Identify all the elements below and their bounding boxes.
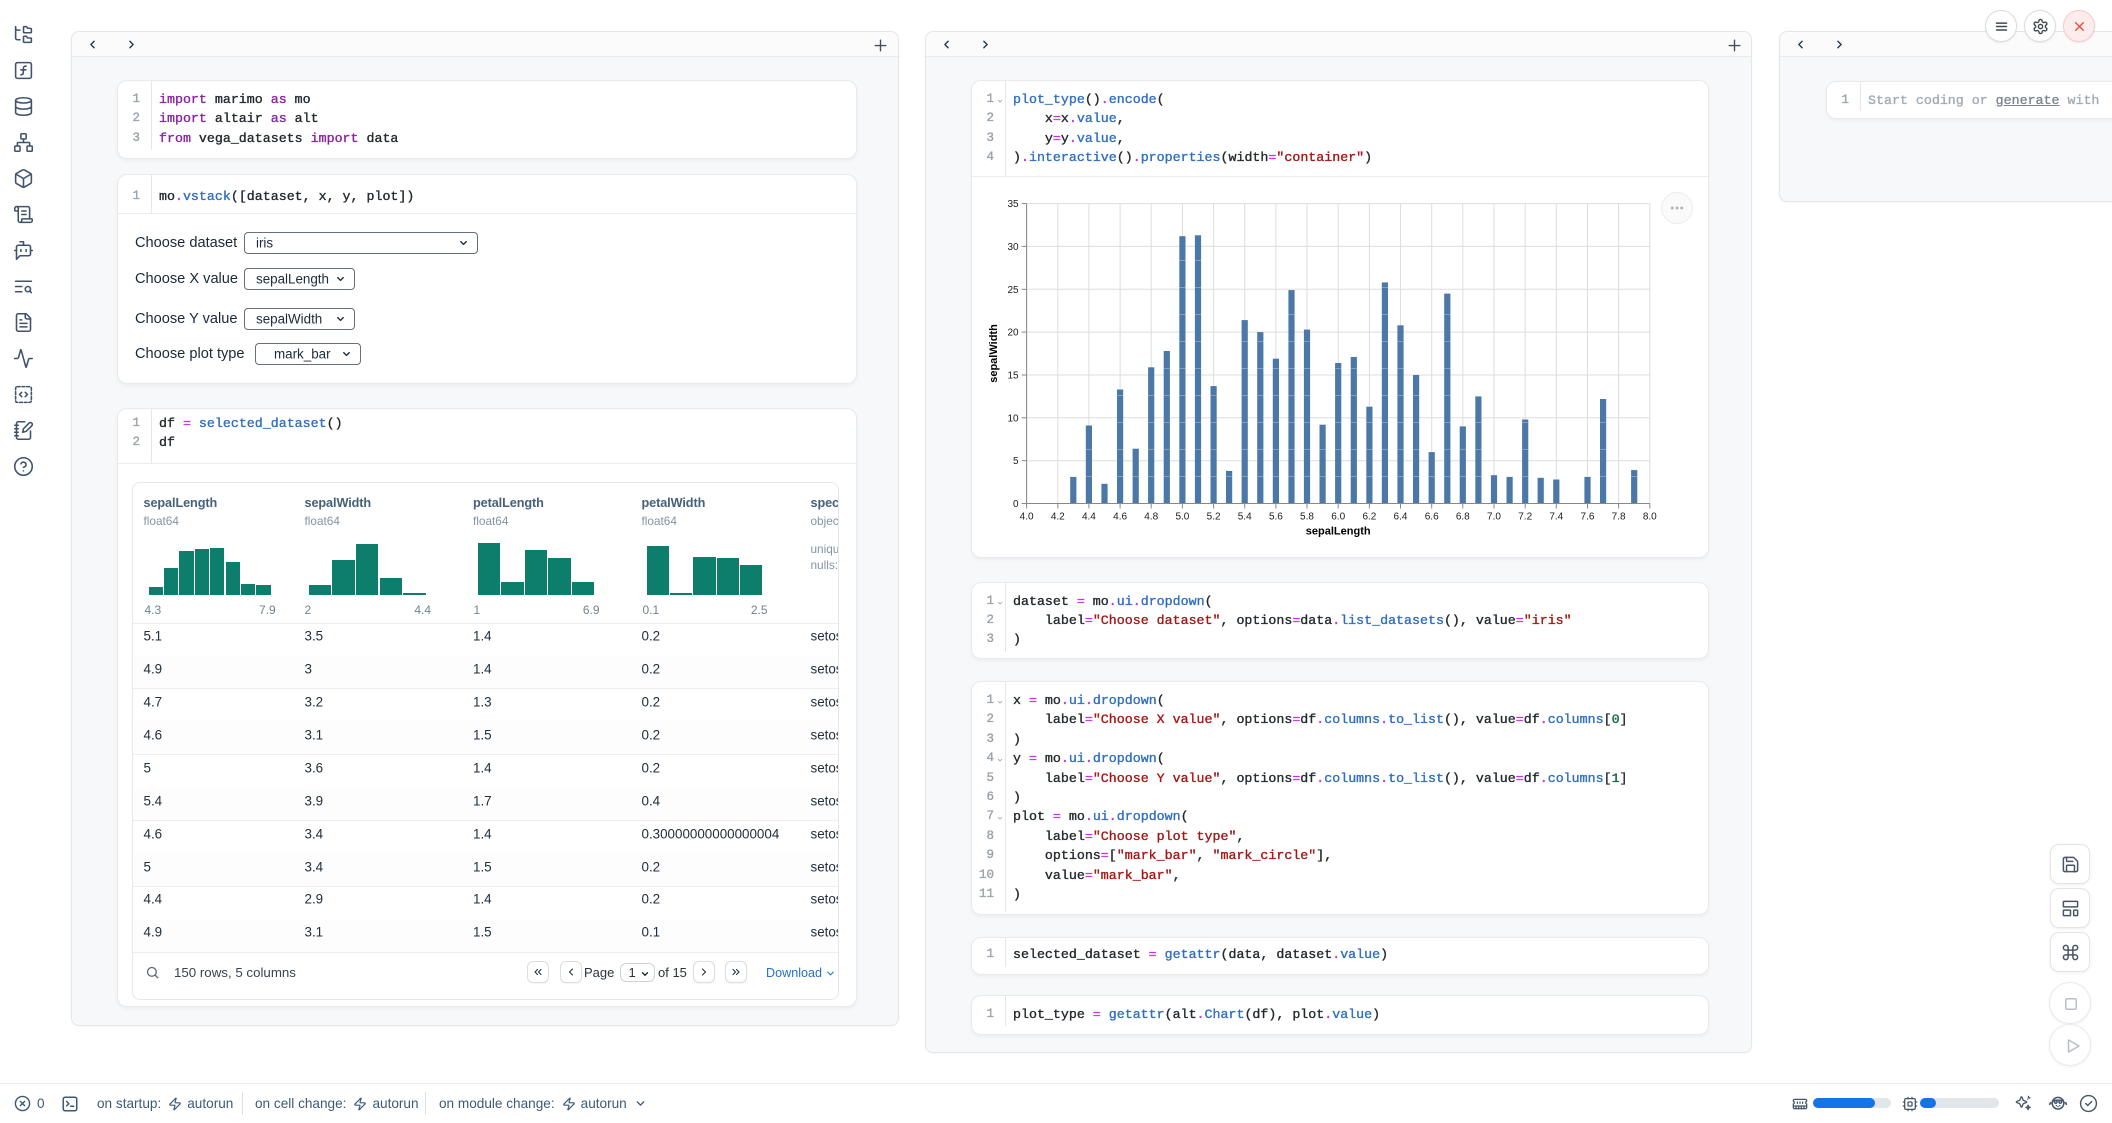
svg-text:4.6: 4.6 [1113, 512, 1127, 523]
svg-text:8.0: 8.0 [1643, 512, 1657, 523]
svg-text:7.0: 7.0 [1487, 512, 1501, 523]
svg-text:7.8: 7.8 [1612, 512, 1626, 523]
svg-text:4.2: 4.2 [1051, 512, 1065, 523]
svg-text:sepalWidth: sepalWidth [988, 324, 1000, 383]
svg-text:5.2: 5.2 [1207, 512, 1221, 523]
svg-text:5.0: 5.0 [1175, 512, 1189, 523]
svg-text:7.6: 7.6 [1581, 512, 1595, 523]
svg-text:6.6: 6.6 [1425, 512, 1439, 523]
svg-text:20: 20 [1007, 328, 1019, 339]
svg-text:35: 35 [1007, 199, 1019, 210]
svg-text:6.0: 6.0 [1331, 512, 1345, 523]
svg-text:15: 15 [1007, 371, 1019, 382]
svg-text:6.2: 6.2 [1362, 512, 1376, 523]
svg-text:6.8: 6.8 [1456, 512, 1470, 523]
svg-text:4.4: 4.4 [1082, 512, 1096, 523]
svg-text:4.8: 4.8 [1144, 512, 1158, 523]
svg-text:sepalLength: sepalLength [1306, 526, 1371, 538]
svg-text:5.8: 5.8 [1300, 512, 1314, 523]
svg-text:10: 10 [1007, 413, 1019, 424]
svg-text:30: 30 [1007, 242, 1019, 253]
svg-text:4.0: 4.0 [1020, 512, 1034, 523]
svg-text:5: 5 [1013, 456, 1019, 467]
svg-text:5.6: 5.6 [1269, 512, 1283, 523]
svg-text:0: 0 [1013, 499, 1019, 510]
svg-text:6.4: 6.4 [1394, 512, 1408, 523]
svg-text:7.2: 7.2 [1518, 512, 1532, 523]
svg-text:5.4: 5.4 [1238, 512, 1252, 523]
svg-text:7.4: 7.4 [1549, 512, 1563, 523]
svg-text:25: 25 [1007, 285, 1019, 296]
